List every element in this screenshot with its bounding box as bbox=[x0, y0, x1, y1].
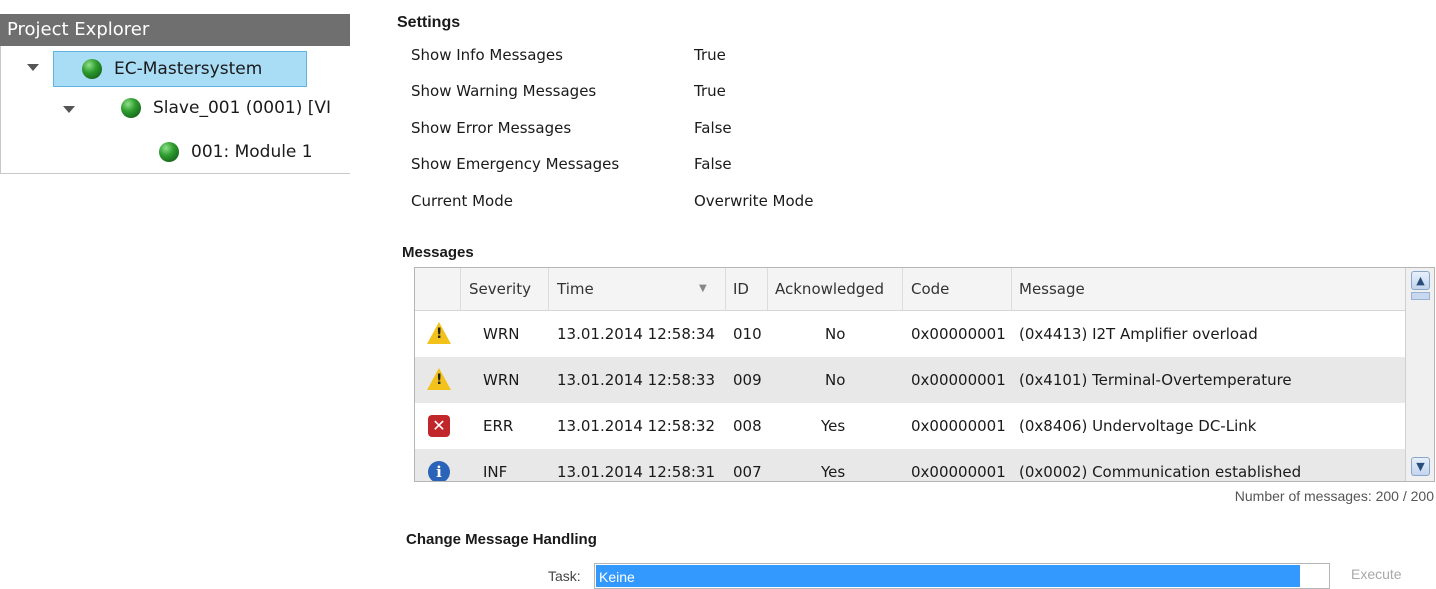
table-header: Severity Time ▼ ID Acknowledged Code Mes… bbox=[415, 268, 1405, 311]
cell-time: 13.01.2014 12:58:34 bbox=[557, 325, 716, 343]
column-divider bbox=[460, 268, 461, 310]
message-count: Number of messages: 200 / 200 bbox=[1234, 488, 1434, 504]
tree-item-label: Slave_001 (0001) [VI bbox=[153, 98, 332, 118]
setting-value[interactable]: Overwrite Mode bbox=[694, 192, 813, 210]
messages-title: Messages bbox=[402, 244, 474, 261]
setting-value[interactable]: True bbox=[694, 46, 726, 64]
setting-value[interactable]: False bbox=[694, 119, 732, 137]
change-handling-title: Change Message Handling bbox=[406, 531, 597, 548]
setting-label: Show Info Messages bbox=[411, 46, 563, 64]
column-divider bbox=[1011, 268, 1012, 310]
warning-icon-mark: ! bbox=[436, 372, 443, 388]
cell-code: 0x00000001 bbox=[911, 325, 1006, 343]
column-header-acknowledged[interactable]: Acknowledged bbox=[775, 268, 884, 310]
task-select[interactable]: Keine bbox=[594, 563, 1330, 589]
setting-value[interactable]: False bbox=[694, 155, 732, 173]
cell-time: 13.01.2014 12:58:31 bbox=[557, 463, 716, 481]
column-divider bbox=[902, 268, 903, 310]
project-explorer: Project Explorer EC-Mastersystem Slave_0… bbox=[0, 0, 350, 585]
status-green-icon bbox=[121, 98, 141, 118]
cell-time: 13.01.2014 12:58:33 bbox=[557, 371, 716, 389]
column-header-message[interactable]: Message bbox=[1019, 268, 1085, 310]
tree-item-label: EC-Mastersystem bbox=[114, 59, 263, 79]
setting-label: Show Error Messages bbox=[411, 119, 572, 137]
cell-id: 008 bbox=[733, 417, 762, 435]
project-explorer-title: Project Explorer bbox=[0, 14, 350, 46]
task-label: Task: bbox=[548, 568, 581, 584]
cell-acknowledged: Yes bbox=[821, 463, 846, 481]
cell-acknowledged: No bbox=[825, 325, 846, 343]
cell-acknowledged: No bbox=[825, 371, 846, 389]
expand-arrow-icon[interactable] bbox=[27, 64, 39, 71]
task-selected-value[interactable]: Keine bbox=[596, 565, 1300, 587]
column-header-code[interactable]: Code bbox=[911, 268, 949, 310]
status-green-icon bbox=[82, 59, 102, 79]
cell-message: (0x0002) Communication established bbox=[1019, 463, 1302, 481]
tree-item-slave-001[interactable]: Slave_001 (0001) [VI bbox=[121, 90, 351, 126]
setting-label: Show Warning Messages bbox=[411, 82, 597, 100]
error-icon: ✕ bbox=[428, 415, 450, 437]
status-green-icon bbox=[159, 142, 179, 162]
cell-message: (0x4101) Terminal-Overtemperature bbox=[1019, 371, 1292, 389]
project-tree: EC-Mastersystem Slave_001 (0001) [VI 001… bbox=[0, 46, 350, 174]
vertical-scrollbar[interactable]: ▲ ▼ bbox=[1405, 268, 1434, 481]
cell-code: 0x00000001 bbox=[911, 417, 1006, 435]
scroll-up-icon[interactable]: ▲ bbox=[1411, 271, 1430, 290]
column-header-severity[interactable]: Severity bbox=[469, 268, 531, 310]
table-row[interactable]: ! WRN 13.01.2014 12:58:33 009 No 0x00000… bbox=[415, 357, 1405, 403]
table-row[interactable]: ✕ ERR 13.01.2014 12:58:32 008 Yes 0x0000… bbox=[415, 403, 1405, 449]
setting-value[interactable]: True bbox=[694, 82, 726, 100]
setting-label: Show Emergency Messages bbox=[411, 155, 620, 173]
execute-button[interactable]: Execute bbox=[1351, 566, 1402, 582]
cell-code: 0x00000001 bbox=[911, 463, 1006, 481]
column-header-id[interactable]: ID bbox=[733, 268, 749, 310]
column-header-time[interactable]: Time bbox=[557, 268, 594, 310]
cell-severity: WRN bbox=[483, 371, 520, 389]
column-divider bbox=[767, 268, 768, 310]
cell-message: (0x4413) I2T Amplifier overload bbox=[1019, 325, 1258, 343]
cell-code: 0x00000001 bbox=[911, 371, 1006, 389]
info-icon: i bbox=[428, 461, 450, 481]
tree-item-ec-mastersystem[interactable]: EC-Mastersystem bbox=[53, 51, 307, 87]
cell-time: 13.01.2014 12:58:32 bbox=[557, 417, 716, 435]
tree-item-label: 001: Module 1 bbox=[191, 142, 313, 162]
cell-acknowledged: Yes bbox=[821, 417, 846, 435]
cell-id: 007 bbox=[733, 463, 762, 481]
scroll-thumb[interactable] bbox=[1411, 292, 1430, 300]
column-divider bbox=[548, 268, 549, 310]
cell-message: (0x8406) Undervoltage DC-Link bbox=[1019, 417, 1257, 435]
cell-severity: WRN bbox=[483, 325, 520, 343]
tree-item-module-1[interactable]: 001: Module 1 bbox=[159, 134, 351, 170]
column-divider bbox=[725, 268, 726, 310]
table-row[interactable]: i INF 13.01.2014 12:58:31 007 Yes 0x0000… bbox=[415, 449, 1405, 481]
cell-severity: ERR bbox=[483, 417, 514, 435]
cell-severity: INF bbox=[483, 463, 508, 481]
cell-id: 010 bbox=[733, 325, 762, 343]
settings-title: Settings bbox=[397, 14, 461, 31]
setting-label: Current Mode bbox=[411, 192, 513, 210]
cell-id: 009 bbox=[733, 371, 762, 389]
messages-table: Severity Time ▼ ID Acknowledged Code Mes… bbox=[414, 267, 1435, 482]
scroll-down-icon[interactable]: ▼ bbox=[1411, 457, 1430, 476]
sort-desc-icon[interactable]: ▼ bbox=[699, 268, 707, 310]
table-row[interactable]: ! WRN 13.01.2014 12:58:34 010 No 0x00000… bbox=[415, 311, 1405, 357]
warning-icon-mark: ! bbox=[436, 326, 443, 342]
expand-arrow-icon[interactable] bbox=[63, 106, 75, 113]
